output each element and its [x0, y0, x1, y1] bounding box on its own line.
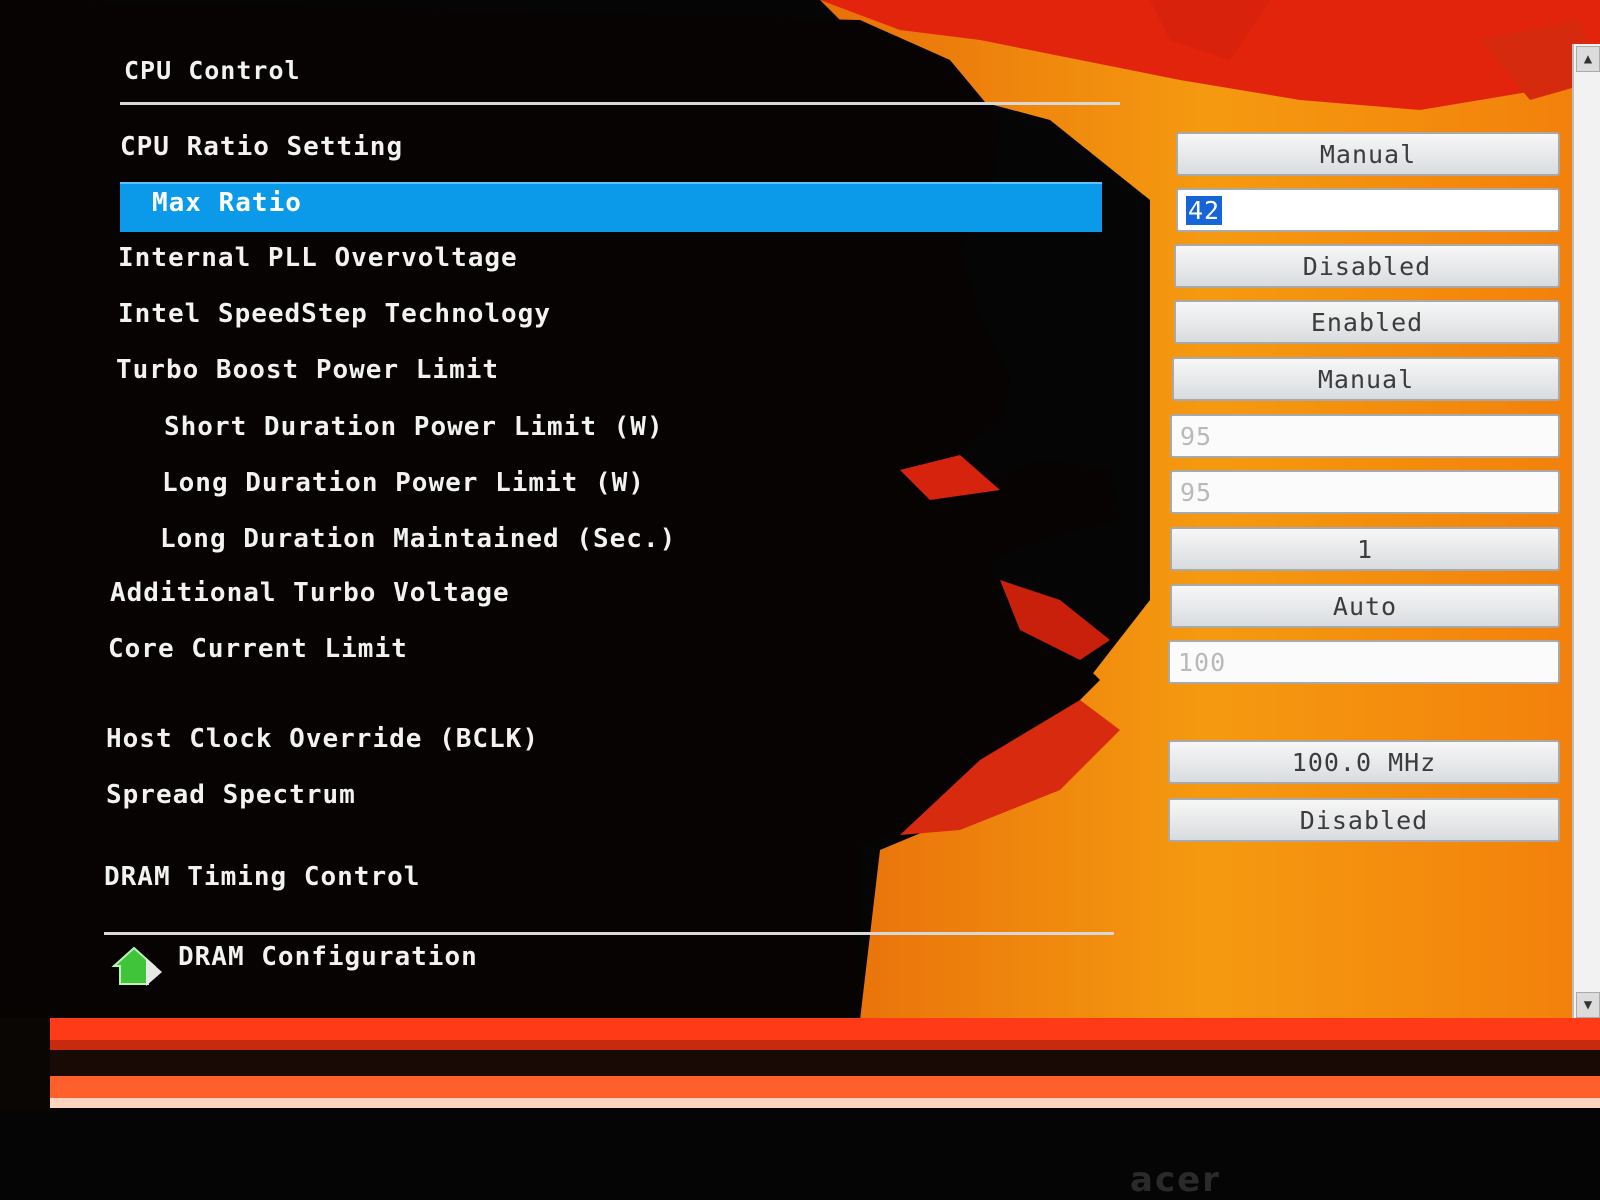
pll-overvoltage-select[interactable]: Disabled: [1174, 244, 1560, 288]
cpu-ratio-value: Manual: [1319, 139, 1417, 169]
dram-configuration-link[interactable]: DRAM Configuration: [178, 942, 478, 972]
setting-label-spread-spectrum[interactable]: Spread Spectrum: [106, 780, 356, 810]
additional-turbo-voltage-select[interactable]: Auto: [1170, 584, 1560, 628]
speedstep-select[interactable]: Enabled: [1174, 300, 1560, 344]
pll-overvoltage-value: Disabled: [1302, 251, 1432, 281]
scroll-up-button[interactable]: ▲: [1576, 46, 1600, 72]
core-current-limit-value: 100: [1178, 647, 1227, 677]
speedstep-value: Enabled: [1310, 307, 1424, 337]
core-current-limit-input[interactable]: 100: [1168, 640, 1560, 684]
bottom-decorative-band: [0, 1018, 1600, 1108]
cpu-ratio-select[interactable]: Manual: [1176, 132, 1560, 176]
setting-label-speedstep[interactable]: Intel SpeedStep Technology: [118, 299, 551, 329]
section-title: CPU Control: [124, 56, 301, 85]
short-duration-limit-value: 95: [1180, 421, 1213, 451]
short-duration-limit-input[interactable]: 95: [1170, 414, 1560, 458]
spread-spectrum-select[interactable]: Disabled: [1168, 798, 1560, 842]
long-duration-maintained-value: 1: [1356, 534, 1374, 564]
max-ratio-value: 42: [1186, 195, 1223, 225]
bios-screen: CPU Control CPU Ratio Setting Max Ratio …: [0, 0, 1600, 1200]
monitor-brand-logo: acer: [1130, 1160, 1221, 1200]
section-divider: [120, 102, 1120, 105]
setting-label-turbo-power-limit[interactable]: Turbo Boost Power Limit: [116, 355, 499, 385]
turbo-power-limit-select[interactable]: Manual: [1172, 357, 1560, 401]
long-duration-limit-input[interactable]: 95: [1170, 470, 1560, 514]
dram-section-title: DRAM Timing Control: [104, 862, 421, 892]
spread-spectrum-value: Disabled: [1299, 805, 1429, 835]
long-duration-limit-value: 95: [1180, 477, 1213, 507]
setting-label-max-ratio[interactable]: Max Ratio: [152, 188, 302, 218]
setting-label-long-duration-maintained[interactable]: Long Duration Maintained (Sec.): [160, 524, 676, 554]
host-clock-override-value: 100.0 MHz: [1291, 747, 1437, 777]
scrollbar[interactable]: ▲ ▼: [1572, 44, 1600, 1022]
scroll-down-button[interactable]: ▼: [1576, 992, 1600, 1018]
turbo-power-limit-value: Manual: [1317, 364, 1415, 394]
setting-label-host-clock-override[interactable]: Host Clock Override (BCLK): [106, 724, 539, 754]
dram-section-divider: [104, 932, 1114, 935]
additional-turbo-voltage-value: Auto: [1332, 591, 1398, 621]
max-ratio-input[interactable]: 42: [1176, 188, 1560, 232]
setting-label-core-current-limit[interactable]: Core Current Limit: [108, 634, 408, 664]
setting-label-long-duration-limit[interactable]: Long Duration Power Limit (W): [162, 468, 645, 498]
long-duration-maintained-select[interactable]: 1: [1170, 527, 1560, 571]
host-clock-override-select[interactable]: 100.0 MHz: [1168, 740, 1560, 784]
setting-label-cpu-ratio[interactable]: CPU Ratio Setting: [120, 132, 403, 162]
setting-label-pll-overvoltage[interactable]: Internal PLL Overvoltage: [118, 243, 518, 273]
setting-label-short-duration-limit[interactable]: Short Duration Power Limit (W): [164, 412, 664, 442]
green-house-arrow-icon: [111, 946, 162, 986]
setting-label-additional-turbo-voltage[interactable]: Additional Turbo Voltage: [110, 578, 510, 608]
